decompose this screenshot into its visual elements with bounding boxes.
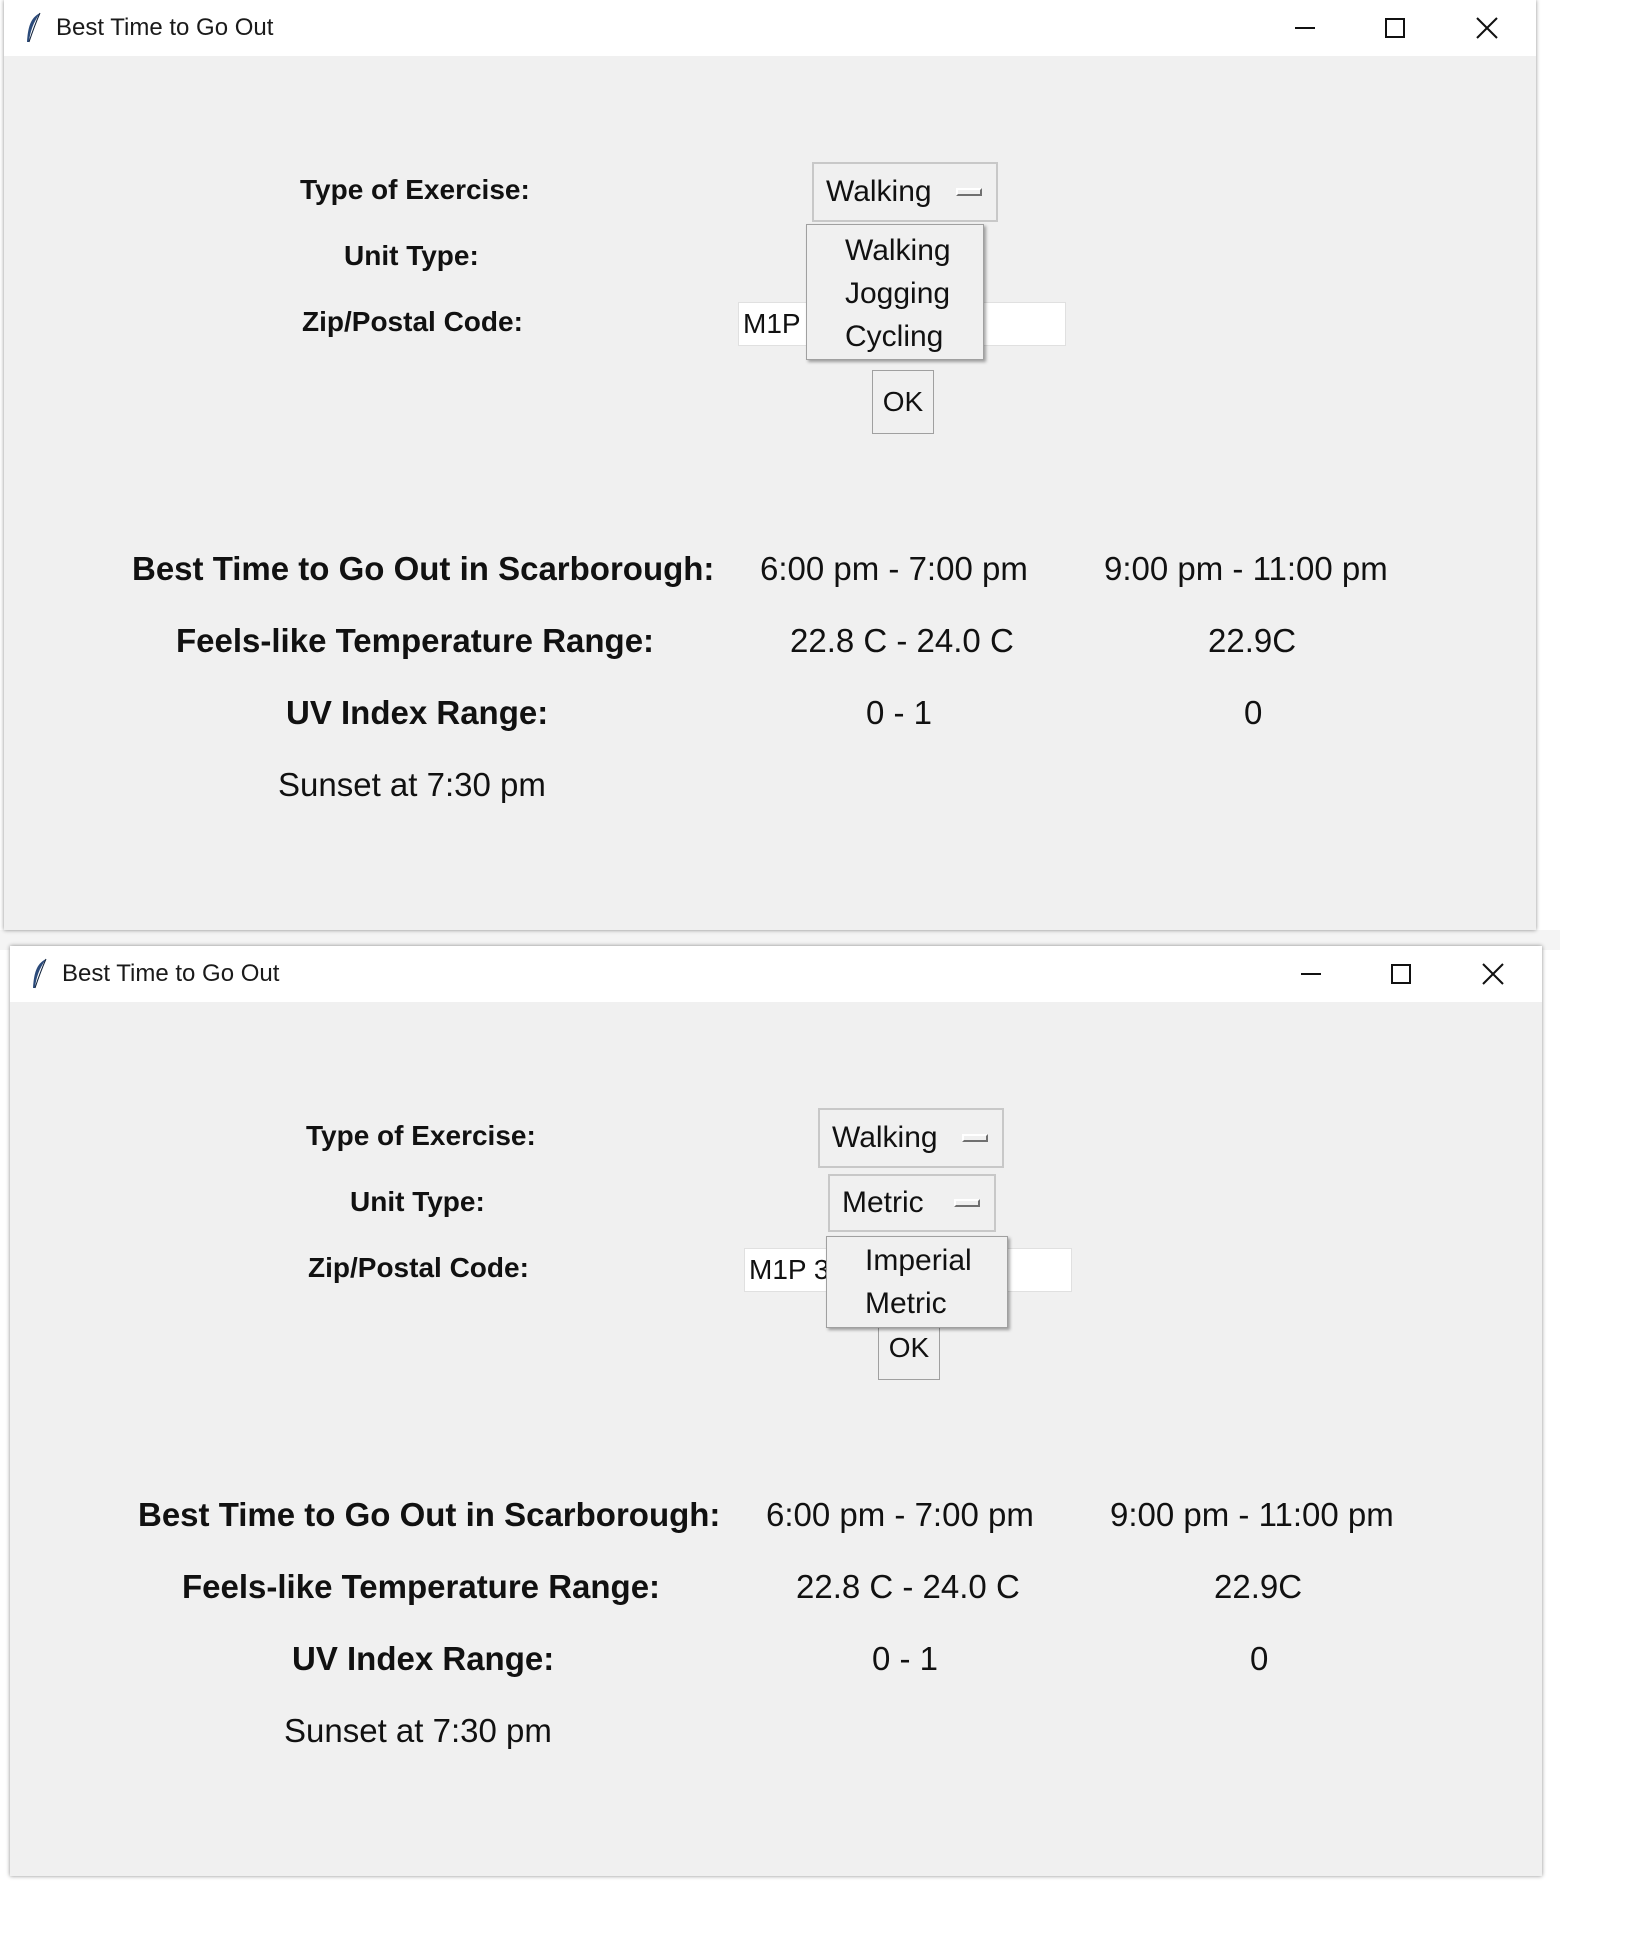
title-bar[interactable]: Best Time to Go Out [4, 0, 1536, 56]
unit-label: Unit Type: [350, 1186, 485, 1217]
maximize-button[interactable] [1356, 946, 1446, 1002]
title-bar[interactable]: Best Time to Go Out [10, 946, 1542, 1002]
best-time-label: Best Time to Go Out in Scarborough: [138, 1496, 721, 1533]
best-time-slot-2: 9:00 pm - 11:00 pm [1104, 550, 1388, 587]
menu-item-jogging[interactable]: Jogging [807, 272, 983, 315]
menu-item-imperial[interactable]: Imperial [827, 1239, 1007, 1282]
exercise-label: Type of Exercise: [300, 174, 530, 205]
close-icon [1482, 963, 1504, 985]
close-icon [1476, 17, 1498, 39]
unit-label: Unit Type: [344, 240, 479, 271]
exercise-selected-value: Walking [826, 175, 932, 208]
unit-selected-value: Metric [842, 1186, 924, 1219]
unit-dropdown-menu: Imperial Metric [826, 1236, 1008, 1328]
feather-icon [33, 958, 47, 989]
dropdown-indicator-icon [954, 1199, 980, 1207]
uv-range-2: 0 [1244, 694, 1263, 731]
uv-range-1: 0 - 1 [872, 1640, 939, 1677]
feels-like-range-2: 22.9C [1208, 622, 1297, 659]
uv-label: UV Index Range: [286, 694, 549, 731]
maximize-button[interactable] [1350, 0, 1440, 56]
minimize-icon [1301, 973, 1321, 975]
app-window-1: Best Time to Go Out Type of Exercise: Un… [4, 0, 1536, 930]
zip-label: Zip/Postal Code: [308, 1252, 529, 1283]
feather-icon [27, 12, 41, 43]
sunset-text: Sunset at 7:30 pm [284, 1712, 552, 1749]
uv-range-1: 0 - 1 [866, 694, 933, 731]
exercise-dropdown-menu: Walking Jogging Cycling [806, 224, 984, 360]
exercise-label: Type of Exercise: [306, 1120, 536, 1151]
menu-item-cycling[interactable]: Cycling [807, 315, 983, 358]
exercise-dropdown[interactable]: Walking [812, 162, 998, 222]
sunset-text: Sunset at 7:30 pm [278, 766, 546, 803]
ok-button[interactable]: OK [872, 370, 934, 434]
minimize-icon [1295, 27, 1315, 29]
minimize-button[interactable] [1260, 0, 1350, 56]
exercise-selected-value: Walking [832, 1121, 938, 1154]
uv-label: UV Index Range: [292, 1640, 555, 1677]
menu-item-metric[interactable]: Metric [827, 1282, 1007, 1325]
exercise-dropdown[interactable]: Walking [818, 1108, 1004, 1168]
best-time-slot-1: 6:00 pm - 7:00 pm [766, 1496, 1034, 1533]
close-button[interactable] [1442, 0, 1532, 56]
window-title: Best Time to Go Out [62, 960, 280, 987]
maximize-icon [1385, 18, 1405, 38]
close-button[interactable] [1448, 946, 1538, 1002]
best-time-slot-1: 6:00 pm - 7:00 pm [760, 550, 1028, 587]
dropdown-indicator-icon [962, 1134, 988, 1142]
best-time-slot-2: 9:00 pm - 11:00 pm [1110, 1496, 1394, 1533]
zip-label: Zip/Postal Code: [302, 306, 523, 337]
maximize-icon [1391, 964, 1411, 984]
app-window-2: Best Time to Go Out Type of Exercise: Un… [10, 946, 1542, 1876]
uv-range-2: 0 [1250, 1640, 1269, 1677]
minimize-button[interactable] [1266, 946, 1356, 1002]
unit-dropdown[interactable]: Metric [828, 1174, 996, 1232]
feels-like-range-1: 22.8 C - 24.0 C [790, 622, 1014, 659]
feels-like-range-1: 22.8 C - 24.0 C [796, 1568, 1020, 1605]
feels-like-label: Feels-like Temperature Range: [176, 622, 655, 659]
feels-like-range-2: 22.9C [1214, 1568, 1303, 1605]
feels-like-label: Feels-like Temperature Range: [182, 1568, 661, 1605]
window-title: Best Time to Go Out [56, 14, 274, 41]
dropdown-indicator-icon [956, 188, 982, 196]
best-time-label: Best Time to Go Out in Scarborough: [132, 550, 715, 587]
menu-item-walking[interactable]: Walking [807, 229, 983, 272]
